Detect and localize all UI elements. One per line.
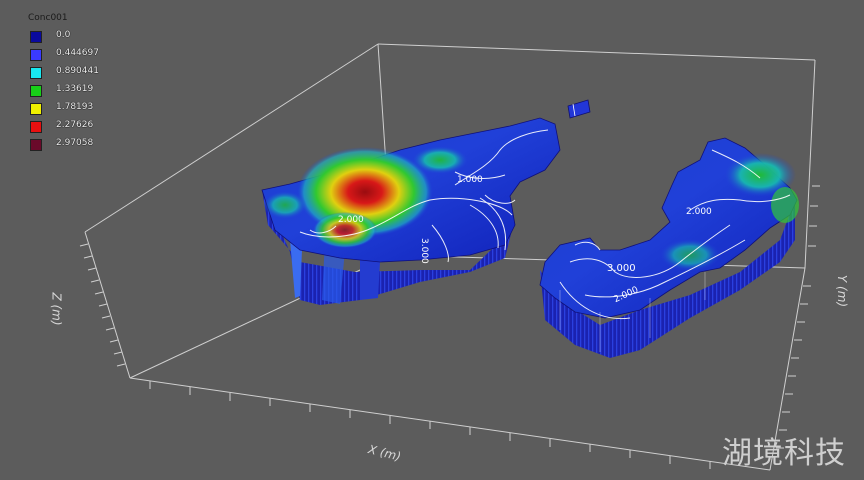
contour-label: 1.000 [457, 175, 483, 185]
legend-label: 2.27626 [56, 120, 94, 130]
legend-swatch [30, 67, 42, 79]
x-axis-ticks [149, 381, 711, 469]
legend-label: 2.97058 [56, 138, 94, 148]
legend-swatch [30, 121, 42, 133]
z-axis-ticks [79, 243, 126, 367]
floating-fragment [567, 99, 591, 119]
watermark: 湖境科技 [722, 436, 846, 471]
legend-swatch [30, 139, 42, 151]
contour-label: 3.000 [607, 263, 636, 274]
viewer-canvas[interactable]: 1.000 2.000 3.000 3.000 2.000 2.000 Conc… [0, 0, 864, 480]
z-axis-label: Z (m) [49, 292, 64, 326]
contour-label: 2.000 [338, 215, 364, 225]
legend-label: 1.33619 [56, 84, 94, 94]
legend-swatch [30, 31, 42, 43]
legend-label: 0.890441 [56, 66, 99, 76]
legend-label: 1.78193 [56, 102, 94, 112]
left-concentration-body: 1.000 2.000 3.000 [261, 117, 561, 305]
contour-label: 2.000 [686, 207, 712, 217]
legend-swatch [30, 103, 42, 115]
legend-swatch [30, 85, 42, 97]
y-axis-ticks [776, 185, 820, 449]
y-axis-label: Y (m) [835, 274, 850, 308]
contour-label: 3.000 [419, 238, 429, 264]
legend-swatch [30, 49, 42, 61]
legend-label: 0.444697 [56, 48, 99, 58]
3d-plot-scene[interactable]: 1.000 2.000 3.000 3.000 2.000 2.000 [0, 0, 864, 480]
legend-title: Conc001 [28, 13, 68, 23]
right-concentration-body: 3.000 2.000 2.000 [539, 137, 799, 358]
legend-label: 0.0 [56, 30, 71, 40]
legend: Conc001 0.0 0.444697 0.890441 1.33619 1.7819… [28, 13, 99, 151]
